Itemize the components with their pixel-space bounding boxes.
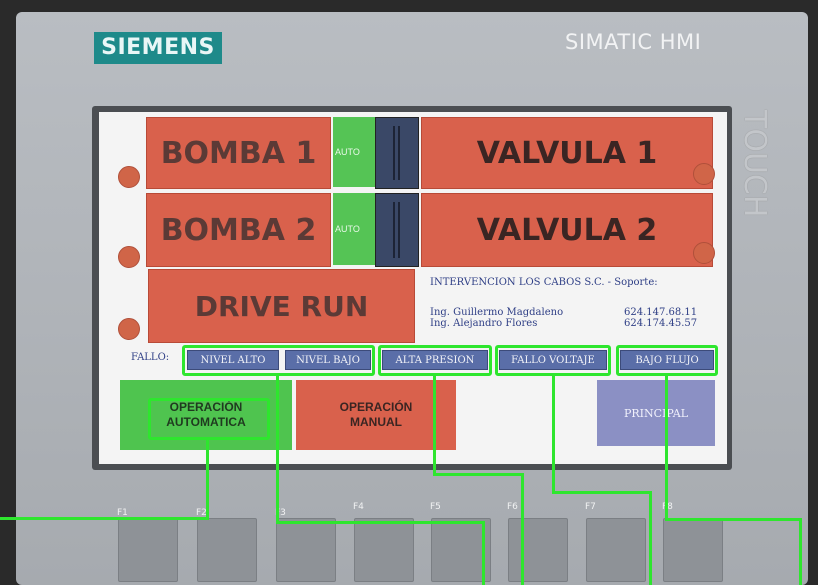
bomba2-auto-indicator: AUTO (333, 193, 375, 265)
leader-voltaje-h (552, 491, 652, 494)
bomba1-button[interactable]: BOMBA 1 (146, 117, 331, 189)
f6-key[interactable] (508, 518, 568, 582)
f7-label: F7 (585, 502, 596, 512)
highlight-automatica (148, 398, 270, 440)
highlight-alta-presion (378, 345, 492, 376)
status-lamp-valvula2 (693, 242, 715, 264)
contact-phone-1: 624.147.68.11 (624, 307, 698, 318)
operacion-manual-button[interactable]: OPERACIÓN MANUAL (296, 380, 456, 450)
valvula1-button[interactable]: VALVULA 1 (421, 117, 713, 189)
bomba1-selector-switch[interactable] (375, 117, 419, 189)
f1-key[interactable] (118, 518, 178, 582)
leader-presion-h (433, 473, 524, 476)
leader-presion-v1 (433, 376, 436, 476)
support-company: INTERVENCION LOS CABOS S.C. - Soporte: (430, 277, 658, 288)
highlight-nivel-group (182, 345, 375, 376)
leader-voltaje-v1 (552, 376, 555, 494)
leader-voltaje-v2 (649, 491, 652, 585)
f4-key[interactable] (354, 518, 414, 582)
leader-nivel-v2 (482, 521, 485, 585)
touch-label: TOUCH (737, 110, 772, 218)
highlight-bajo-flujo (616, 345, 718, 376)
leader-automatica-v (206, 440, 209, 519)
principal-button[interactable]: PRINCIPAL (597, 380, 715, 446)
leader-automatica-h (0, 517, 209, 520)
fallo-label: FALLO: (131, 352, 170, 363)
manual-line2: MANUAL (350, 415, 402, 429)
f6-label: F6 (507, 502, 518, 512)
bomba2-selector-switch[interactable] (375, 193, 419, 267)
f3-key[interactable] (276, 518, 336, 582)
leader-presion-v2 (521, 473, 524, 585)
f5-label: F5 (430, 502, 441, 512)
leader-flujo-v2 (799, 518, 802, 585)
f2-key[interactable] (197, 518, 257, 582)
bomba2-button[interactable]: BOMBA 2 (146, 193, 331, 267)
drive-run-button[interactable]: DRIVE RUN (148, 269, 415, 343)
leader-nivel-v1 (276, 376, 279, 524)
contact-name-1: Ing. Guillermo Magdaleno (430, 307, 564, 318)
status-lamp-bomba2 (118, 246, 140, 268)
contact-name-2: Ing. Alejandro Flores (430, 318, 538, 329)
leader-flujo-v1 (665, 376, 668, 521)
model-label: SIMATIC HMI (565, 30, 702, 54)
contact-phone-2: 624.174.45.57 (624, 318, 698, 329)
f8-key[interactable] (663, 518, 723, 582)
f7-key[interactable] (586, 518, 646, 582)
manual-line1: OPERACIÓN (339, 400, 413, 414)
leader-flujo-h (665, 518, 802, 521)
status-lamp-valvula1 (693, 163, 715, 185)
valvula2-button[interactable]: VALVULA 2 (421, 193, 713, 267)
f4-label: F4 (353, 502, 364, 512)
leader-nivel-h (276, 521, 485, 524)
brand-logo: SIEMENS (94, 32, 222, 64)
highlight-fallo-voltaje (495, 345, 611, 376)
bomba1-auto-indicator: AUTO (333, 117, 375, 187)
status-lamp-bomba1 (118, 166, 140, 188)
status-lamp-drive (118, 318, 140, 340)
